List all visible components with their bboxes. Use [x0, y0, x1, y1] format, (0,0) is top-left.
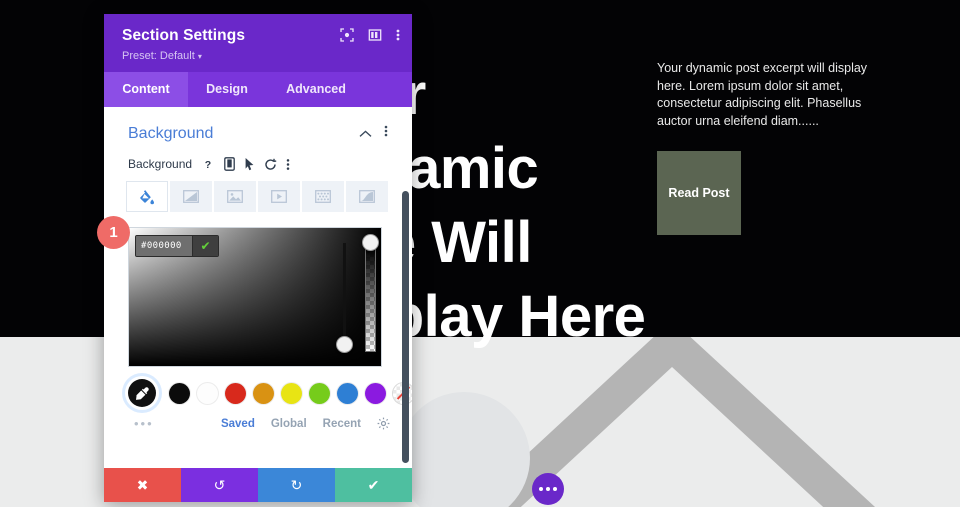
- tab-advanced[interactable]: Advanced: [266, 72, 366, 107]
- background-field-row: Background ?: [104, 143, 412, 171]
- post-excerpt: Your dynamic post excerpt will display h…: [657, 61, 868, 128]
- floating-options-button[interactable]: [532, 473, 564, 505]
- gear-icon[interactable]: [377, 417, 390, 430]
- save-button[interactable]: ✔: [335, 468, 412, 502]
- section-settings-modal: Section Settings Preset: Default ▾ Conte…: [104, 14, 412, 502]
- background-type-color[interactable]: [126, 181, 168, 212]
- swatch-purple[interactable]: [365, 382, 386, 404]
- modal-header: Section Settings Preset: Default ▾: [104, 14, 412, 72]
- swatch-red[interactable]: [225, 382, 246, 404]
- cancel-button[interactable]: ✖: [104, 468, 181, 502]
- background-type-tabs: [104, 171, 412, 212]
- ellipsis-horizontal-icon: [546, 487, 550, 491]
- palette-meta-row: ••• Saved Global Recent: [104, 407, 412, 431]
- more-options-icon[interactable]: [384, 124, 388, 143]
- screenshot-stage: Your Dynamic Title Will Display Here You…: [0, 0, 960, 507]
- swatch-white[interactable]: [197, 382, 218, 404]
- modal-scrollbar-thumb[interactable]: [402, 191, 409, 463]
- modal-tabs: Content Design Advanced: [104, 72, 412, 107]
- background-type-gradient[interactable]: [170, 181, 212, 212]
- background-section-header: Background: [104, 107, 412, 143]
- hex-input[interactable]: [136, 236, 192, 256]
- undo-button[interactable]: ↺: [181, 468, 258, 502]
- field-more-icon[interactable]: [286, 158, 290, 171]
- background-field-label: Background: [128, 157, 193, 171]
- modal-header-icons: [340, 28, 400, 42]
- palette-links: Saved Global Recent: [221, 417, 390, 430]
- swatch-orange[interactable]: [253, 382, 274, 404]
- palette-tab-recent[interactable]: Recent: [323, 418, 361, 430]
- tab-content[interactable]: Content: [104, 72, 188, 107]
- more-swatches-icon[interactable]: •••: [134, 416, 154, 431]
- ellipsis-horizontal-icon: [539, 487, 543, 491]
- saturation-handle[interactable]: [336, 336, 353, 353]
- color-swatch-row: [104, 367, 412, 407]
- eyedropper-icon[interactable]: [128, 379, 156, 407]
- background-section-title: Background: [128, 124, 214, 142]
- background-type-mask[interactable]: [346, 181, 388, 212]
- modal-body: Background Background ? #000000 ✔ ••• Sa…: [104, 107, 412, 468]
- saturation-stem: [343, 243, 346, 341]
- hex-confirm-button[interactable]: ✔: [192, 236, 218, 256]
- responsive-preview-icon[interactable]: [340, 28, 354, 42]
- alpha-slider-track[interactable]: [365, 248, 376, 352]
- reset-icon[interactable]: [264, 158, 277, 171]
- background-type-pattern[interactable]: [302, 181, 344, 212]
- color-picker-saturation-area[interactable]: ✔: [128, 227, 382, 367]
- tab-design[interactable]: Design: [188, 72, 266, 107]
- chevron-up-icon[interactable]: [359, 125, 372, 143]
- palette-tab-saved[interactable]: Saved: [221, 418, 255, 430]
- swatch-blue[interactable]: [337, 382, 358, 404]
- background-type-image[interactable]: [214, 181, 256, 212]
- more-options-icon[interactable]: [396, 28, 400, 42]
- redo-button[interactable]: ↻: [258, 468, 335, 502]
- modal-footer: ✖ ↺ ↻ ✔: [104, 468, 412, 502]
- step-badge-1: 1: [97, 216, 130, 249]
- palette-tab-global[interactable]: Global: [271, 418, 307, 430]
- svg-text:?: ?: [205, 159, 211, 171]
- ellipsis-horizontal-icon: [553, 487, 557, 491]
- swatch-yellow[interactable]: [281, 382, 302, 404]
- read-post-button[interactable]: Read Post: [657, 151, 741, 235]
- chevron-down-icon: ▾: [197, 52, 202, 61]
- swatch-black[interactable]: [169, 382, 190, 404]
- responsive-device-icon[interactable]: [224, 157, 235, 171]
- background-type-video[interactable]: [258, 181, 300, 212]
- alpha-slider-handle[interactable]: [362, 234, 379, 251]
- help-icon[interactable]: ?: [201, 157, 215, 171]
- hex-input-group: ✔: [135, 235, 219, 257]
- swatch-green[interactable]: [309, 382, 330, 404]
- preset-label: Preset: Default: [122, 50, 195, 62]
- layout-columns-icon[interactable]: [368, 28, 382, 42]
- hover-cursor-icon[interactable]: [244, 157, 255, 171]
- preset-selector[interactable]: Preset: Default ▾: [122, 50, 396, 62]
